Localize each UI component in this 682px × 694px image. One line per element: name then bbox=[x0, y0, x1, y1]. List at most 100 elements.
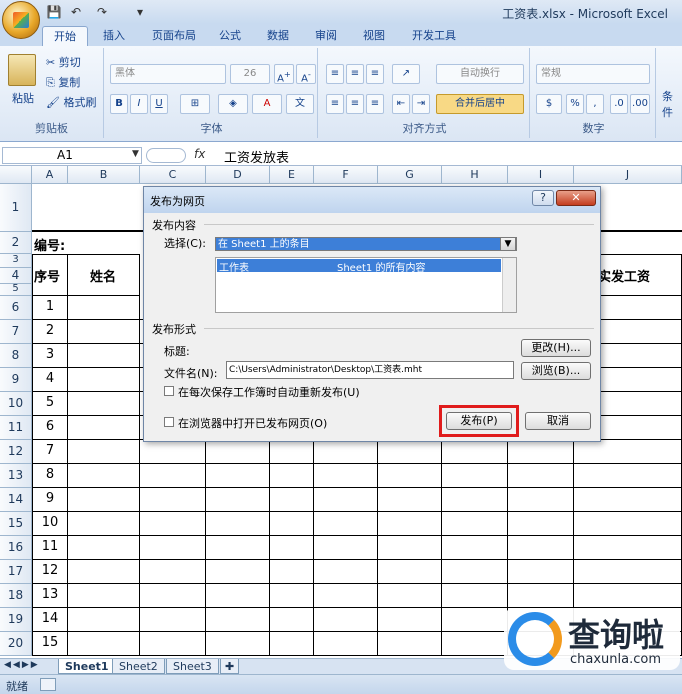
table-cell[interactable] bbox=[206, 584, 270, 608]
table-cell[interactable] bbox=[442, 584, 508, 608]
bold-icon[interactable]: B bbox=[110, 94, 128, 114]
table-cell[interactable] bbox=[206, 464, 270, 488]
chevron-down-icon[interactable]: ▼ bbox=[500, 237, 516, 251]
table-cell[interactable] bbox=[68, 560, 140, 584]
publish-button[interactable]: 发布(P) bbox=[446, 412, 512, 430]
row-header[interactable]: 20 bbox=[0, 632, 32, 656]
tab-developer[interactable]: 开发工具 bbox=[404, 26, 464, 46]
office-button[interactable] bbox=[2, 1, 40, 39]
table-cell[interactable] bbox=[314, 560, 378, 584]
table-cell[interactable] bbox=[314, 512, 378, 536]
table-cell[interactable] bbox=[378, 560, 442, 584]
column-header[interactable]: D bbox=[206, 166, 270, 184]
table-cell[interactable] bbox=[270, 512, 314, 536]
table-cell[interactable] bbox=[508, 440, 574, 464]
table-cell[interactable] bbox=[378, 608, 442, 632]
row-number-cell[interactable]: 3 bbox=[32, 344, 68, 368]
filename-input[interactable]: C:\Users\Administrator\Desktop\工资表.mht bbox=[226, 361, 514, 379]
row-number-cell[interactable]: 5 bbox=[32, 392, 68, 416]
open-in-browser-checkbox[interactable] bbox=[164, 417, 174, 427]
table-cell[interactable] bbox=[442, 632, 508, 656]
table-cell[interactable] bbox=[378, 584, 442, 608]
insert-sheet-icon[interactable]: ✚ bbox=[220, 659, 240, 674]
table-cell[interactable] bbox=[140, 536, 206, 560]
column-header[interactable]: E bbox=[270, 166, 314, 184]
table-cell[interactable] bbox=[378, 440, 442, 464]
table-cell[interactable] bbox=[68, 320, 140, 344]
underline-icon[interactable]: U bbox=[150, 94, 168, 114]
tab-review[interactable]: 审阅 bbox=[308, 26, 344, 46]
table-cell[interactable] bbox=[442, 560, 508, 584]
formula-input[interactable]: 工资发放表 bbox=[224, 147, 289, 166]
browse-button[interactable]: 浏览(B)... bbox=[521, 362, 591, 380]
column-header[interactable]: A bbox=[32, 166, 68, 184]
column-header[interactable]: B bbox=[68, 166, 140, 184]
help-icon[interactable]: ? bbox=[532, 190, 554, 206]
shrink-font-icon[interactable]: A- bbox=[296, 64, 316, 84]
tab-page-layout[interactable]: 页面布局 bbox=[146, 26, 202, 46]
merge-center-button[interactable]: 合并后居中 bbox=[436, 94, 524, 114]
table-cell[interactable] bbox=[378, 464, 442, 488]
table-cell[interactable] bbox=[140, 440, 206, 464]
number-format-select[interactable]: 常规 bbox=[536, 64, 650, 84]
sheet-tab-2[interactable]: Sheet2 bbox=[112, 659, 165, 674]
row-header[interactable]: 2 bbox=[0, 232, 32, 254]
insert-function-icon[interactable]: fx bbox=[194, 147, 205, 161]
fill-color-icon[interactable]: ◈ bbox=[218, 94, 248, 114]
table-cell[interactable] bbox=[68, 464, 140, 488]
row-number-cell[interactable]: 11 bbox=[32, 536, 68, 560]
row-number-cell[interactable]: 6 bbox=[32, 416, 68, 440]
align-center-icon[interactable]: ≡ bbox=[346, 94, 364, 114]
increase-decimal-icon[interactable]: .0 bbox=[610, 94, 628, 114]
table-cell[interactable] bbox=[68, 296, 140, 320]
border-icon[interactable]: ⊞ bbox=[180, 94, 210, 114]
table-cell[interactable] bbox=[378, 536, 442, 560]
table-cell[interactable] bbox=[574, 560, 682, 584]
macro-record-icon[interactable] bbox=[40, 678, 56, 691]
column-header[interactable]: C bbox=[140, 166, 206, 184]
comma-icon[interactable]: , bbox=[586, 94, 604, 114]
wrap-text-button[interactable]: 自动换行 bbox=[436, 64, 524, 84]
table-cell[interactable] bbox=[68, 512, 140, 536]
sheet-tab-3[interactable]: Sheet3 bbox=[166, 659, 219, 674]
table-cell[interactable] bbox=[206, 488, 270, 512]
save-icon[interactable]: 💾 bbox=[46, 4, 62, 20]
tab-data[interactable]: 数据 bbox=[260, 26, 296, 46]
list-item[interactable]: 工作表 Sheet1 的所有内容 bbox=[217, 259, 501, 274]
table-cell[interactable] bbox=[140, 464, 206, 488]
orientation-icon[interactable]: ↗ bbox=[392, 64, 420, 84]
row-number-cell[interactable]: 15 bbox=[32, 632, 68, 656]
table-cell[interactable] bbox=[574, 464, 682, 488]
row-header[interactable]: 16 bbox=[0, 536, 32, 560]
table-cell[interactable] bbox=[314, 584, 378, 608]
paste-icon[interactable] bbox=[8, 54, 36, 86]
row-header[interactable]: 9 bbox=[0, 368, 32, 392]
row-number-cell[interactable]: 2 bbox=[32, 320, 68, 344]
table-cell[interactable] bbox=[270, 632, 314, 656]
align-right-icon[interactable]: ≡ bbox=[366, 94, 384, 114]
content-listbox[interactable]: 工作表 Sheet1 的所有内容 bbox=[215, 257, 517, 313]
column-header[interactable]: I bbox=[508, 166, 574, 184]
tab-home[interactable]: 开始 bbox=[42, 26, 88, 46]
italic-icon[interactable]: I bbox=[130, 94, 148, 114]
change-button[interactable]: 更改(H)... bbox=[521, 339, 591, 357]
formula-expand-icon[interactable] bbox=[146, 148, 186, 163]
row-number-cell[interactable]: 9 bbox=[32, 488, 68, 512]
table-cell[interactable] bbox=[140, 488, 206, 512]
conditional-format-button[interactable]: 条件 bbox=[662, 88, 682, 120]
row-header[interactable]: 7 bbox=[0, 320, 32, 344]
auto-republish-checkbox[interactable] bbox=[164, 386, 174, 396]
table-cell[interactable] bbox=[206, 440, 270, 464]
table-cell[interactable] bbox=[68, 632, 140, 656]
table-cell[interactable] bbox=[68, 440, 140, 464]
row-header[interactable]: 11 bbox=[0, 416, 32, 440]
table-cell[interactable] bbox=[140, 608, 206, 632]
row-header[interactable]: 4 bbox=[0, 268, 32, 284]
table-cell[interactable] bbox=[140, 632, 206, 656]
align-middle-icon[interactable]: ≡ bbox=[346, 64, 364, 84]
table-cell[interactable] bbox=[508, 512, 574, 536]
table-cell[interactable] bbox=[314, 608, 378, 632]
table-cell[interactable] bbox=[68, 608, 140, 632]
row-number-cell[interactable]: 1 bbox=[32, 296, 68, 320]
table-cell[interactable] bbox=[68, 416, 140, 440]
